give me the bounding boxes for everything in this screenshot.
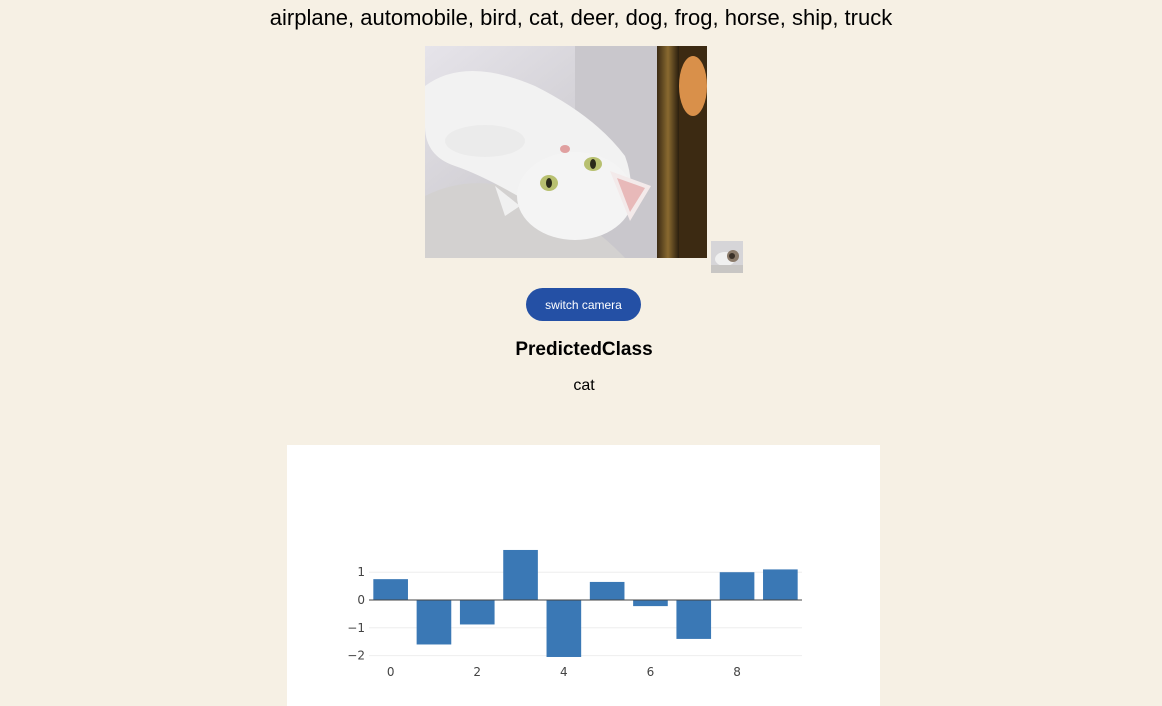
bar-3[interactable] [503,549,538,600]
bar-7[interactable] [676,600,712,639]
thumbnail-photo [711,241,743,273]
y-tick-label: 1 [357,565,365,579]
bar-2[interactable] [459,600,495,625]
bar-4[interactable] [546,600,582,657]
y-tick-label: −2 [347,649,365,663]
bar-5[interactable] [589,581,625,600]
y-tick-label: −1 [347,621,365,635]
class-list-header: airplane, automobile, bird, cat, deer, d… [269,5,893,30]
bar-chart-svg: 1 0 −1 −2 0 2 4 6 8 [347,549,802,679]
x-tick-label: 2 [473,665,481,679]
predicted-class-value: cat [573,377,595,394]
x-tick-label: 6 [647,665,655,679]
prediction-chart: 1 0 −1 −2 0 2 4 6 8 [287,445,880,706]
camera-thumbnail [711,241,743,273]
bar-8[interactable] [719,572,755,600]
x-tick-label: 4 [560,665,568,679]
predicted-class-title: PredictedClass [515,339,653,360]
y-tick-label: 0 [357,593,365,607]
x-tick-label: 0 [387,665,395,679]
camera-preview [425,46,707,258]
cat-photo [425,46,707,258]
x-tick-label: 8 [733,665,741,679]
switch-camera-button[interactable]: switch camera [526,288,641,321]
bar-0[interactable] [373,579,408,600]
bar-1[interactable] [416,600,452,645]
bar-9[interactable] [763,569,798,600]
bar-6[interactable] [633,600,668,607]
